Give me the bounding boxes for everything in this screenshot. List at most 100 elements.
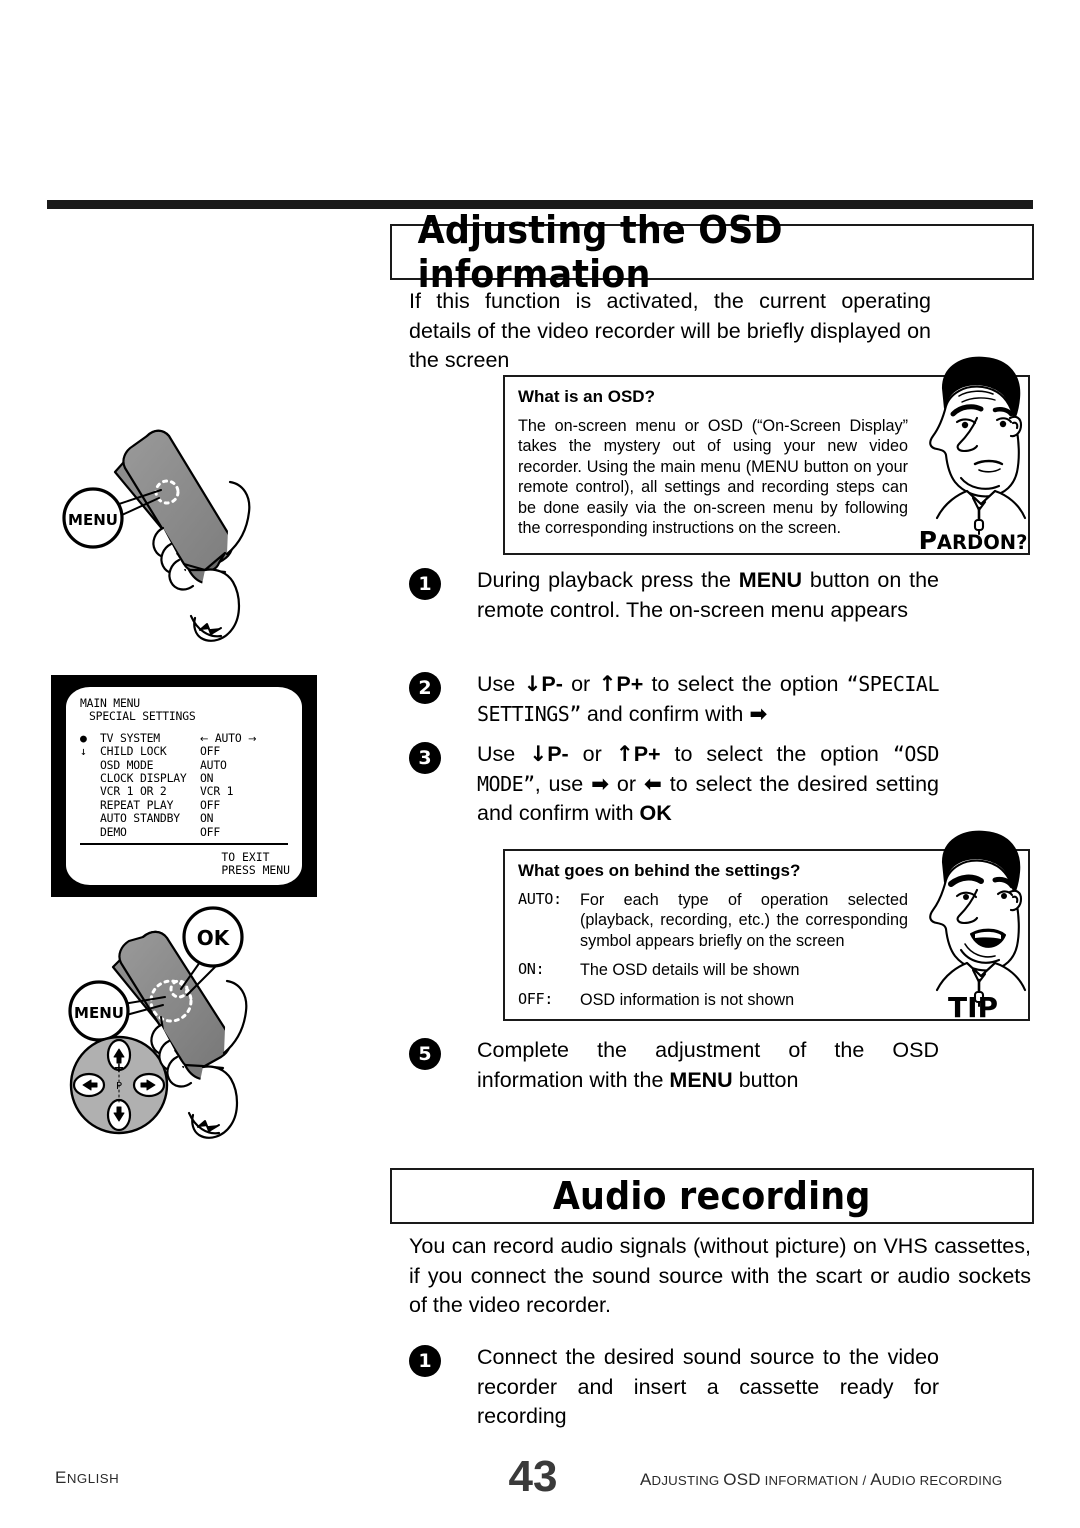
menu-keyword: MENU <box>669 1067 733 1092</box>
footer-page-number: 43 <box>508 1452 558 1501</box>
pad-minus-label: – <box>116 1093 123 1108</box>
arrow-right-icon: ➡ <box>749 701 768 727</box>
osd-row-label: VCR 1 OR 2 <box>100 784 167 799</box>
step5-part2: button <box>732 1067 799 1092</box>
osd-row-value: OFF <box>200 824 220 839</box>
pad-plus-label: + <box>114 1061 125 1076</box>
step-item-5: 5 Complete the adjustment of the OSD inf… <box>409 1036 939 1095</box>
info-box-title: What is an OSD? <box>518 387 655 406</box>
osd-intro-paragraph: If this function is activated, the curre… <box>409 289 931 372</box>
ok-keyword: OK <box>639 801 672 825</box>
remote-control-illustration-ok-pad: OK MENU + – P <box>55 905 325 1160</box>
arrow-left-icon: ⬅ <box>643 771 662 797</box>
info-box-what-is-osd: What is an OSD? The on-screen menu or OS… <box>503 375 1030 555</box>
p-minus-key: P- <box>547 742 569 766</box>
tip-value: The OSD details will be shown <box>580 961 800 980</box>
osd-row-label: CLOCK DISPLAY <box>100 770 187 785</box>
osd-row-value: VCR 1 <box>200 784 234 799</box>
arrow-up-icon: ↑ <box>598 672 617 697</box>
step3-part2: or <box>568 742 616 766</box>
osd-header-main-menu: MAIN MENU <box>80 696 140 710</box>
step-text: Connect the desired sound source to the … <box>477 1345 939 1428</box>
step2-part4: and confirm with <box>580 701 750 726</box>
osd-value-text: AUTO <box>214 730 242 745</box>
step-number-badge: 3 <box>409 742 441 774</box>
remote-bottom-svg: OK MENU + – P <box>68 906 248 1139</box>
step1-part1: During playback press the <box>477 568 739 592</box>
step3-part4: , use <box>534 771 592 796</box>
audio-page-title: Audio recording <box>553 1174 871 1218</box>
step3-part3: to select the option <box>660 742 893 766</box>
osd-row: REPEAT PLAY OFF <box>80 797 292 812</box>
step-item-3: 3 Use ↓P- or ↑P+ to select the option “O… <box>409 740 939 829</box>
osd-row: AUTO STANDBY ON <box>80 811 292 826</box>
tip-row-auto: AUTO: For each type of operation selecte… <box>518 890 908 951</box>
osd-separator-rule <box>80 843 288 845</box>
step3-part1: Use <box>477 742 530 766</box>
arrow-down-icon: ↓ <box>529 742 548 767</box>
section-header-audio: Audio recording <box>390 1168 1034 1224</box>
p-plus-key: P+ <box>633 742 661 766</box>
info-box-behind-settings: What goes on behind the settings? AUTO: … <box>503 849 1030 1021</box>
page-title: Adjusting the OSD information <box>417 208 783 296</box>
step-item-2: 2 Use ↓P- or ↑P+ to select the option “S… <box>409 670 940 729</box>
tip-value: For each type of operation selected (pla… <box>580 891 908 950</box>
osd-row: ↓ CHILD LOCK OFF <box>80 744 292 759</box>
step-text: During playback press the MENU button on… <box>477 566 939 625</box>
osd-row-label: OSD MODE <box>100 757 154 772</box>
osd-exit-line1: TO EXIT <box>221 850 270 864</box>
step-text: Use ↓P- or ↑P+ to select the option “OSD… <box>477 740 939 829</box>
step-item-1: 1 During playback press the MENU button … <box>409 566 939 625</box>
info-box-title: What goes on behind the settings? <box>518 861 801 880</box>
footer-section-caption: ADJUSTING OSD INFORMATION / AUDIO RECORD… <box>640 1470 1003 1489</box>
step2-part2: or <box>562 672 599 696</box>
arrow-up-icon: ↑ <box>615 742 634 767</box>
osd-exit-line2: PRESS MENU <box>221 863 290 878</box>
step2-part1: Use <box>477 672 524 696</box>
osd-row-value: OFF <box>200 744 220 759</box>
tv-screen-inner: MAIN MENU SPECIAL SETTINGS ● TV SYSTEM ←… <box>66 687 302 885</box>
remote-control-illustration-menu: MENU <box>55 420 325 660</box>
pad-center-label: P <box>116 1081 122 1092</box>
tv-screen-illustration: MAIN MENU SPECIAL SETTINGS ● TV SYSTEM ←… <box>51 675 317 897</box>
osd-row-label: REPEAT PLAY <box>100 797 174 812</box>
osd-arrow-left-icon: ← <box>200 733 209 745</box>
p-plus-key: P+ <box>616 672 644 696</box>
osd-row-label: AUTO STANDBY <box>100 811 180 826</box>
tip-key: ON: <box>518 960 545 979</box>
osd-header-special-settings: SPECIAL SETTINGS <box>89 709 196 724</box>
osd-row-marker: ● <box>80 730 87 745</box>
arrow-down-icon: ↓ <box>523 672 542 697</box>
tip-row-off: OFF: OSD information is not shown <box>518 990 908 1010</box>
audio-intro-paragraph: You can record audio signals (without pi… <box>409 1234 1031 1317</box>
osd-menu-content: MAIN MENU SPECIAL SETTINGS ● TV SYSTEM ←… <box>80 696 292 839</box>
osd-row-value: ON <box>200 770 214 785</box>
p-minus-key: P- <box>541 672 563 696</box>
step3-part5: or <box>609 771 644 796</box>
osd-arrow-right-icon: → <box>248 733 257 745</box>
section-header-osd: Adjusting the OSD information <box>390 208 1034 296</box>
step-number-badge: 1 <box>409 568 441 600</box>
tip-key: OFF: <box>518 989 553 1008</box>
osd-row: ● TV SYSTEM ← AUTO → <box>80 730 292 745</box>
osd-row: CLOCK DISPLAY ON <box>80 770 292 785</box>
osd-row: DEMO OFF <box>80 824 292 839</box>
arrow-right-icon: ➡ <box>591 771 610 797</box>
step-text: Complete the adjustment of the OSD infor… <box>477 1036 939 1095</box>
tip-value: OSD information is not shown <box>580 990 795 1009</box>
osd-row-value: OFF <box>200 797 220 812</box>
menu-callout-label: MENU <box>74 1004 124 1022</box>
osd-option-list: ● TV SYSTEM ← AUTO → ↓ CHILD LOCK OFF OS… <box>80 730 292 839</box>
step-text: Use ↓P- or ↑P+ to select the option “SPE… <box>477 670 940 729</box>
menu-keyword: MENU <box>738 568 803 592</box>
step-number-badge: 2 <box>409 672 441 704</box>
osd-row-value: AUTO <box>200 757 227 772</box>
osd-row: OSD MODE AUTO <box>80 757 292 772</box>
remote-top-svg: MENU <box>62 429 251 642</box>
osd-row-label: TV SYSTEM <box>100 730 160 745</box>
step-number-badge: 5 <box>409 1038 441 1070</box>
footer-language: ENGLISH <box>55 1468 120 1487</box>
osd-row-value: ON <box>200 811 214 826</box>
osd-row-label: CHILD LOCK <box>100 744 167 759</box>
step-number-badge: 1 <box>409 1345 441 1377</box>
